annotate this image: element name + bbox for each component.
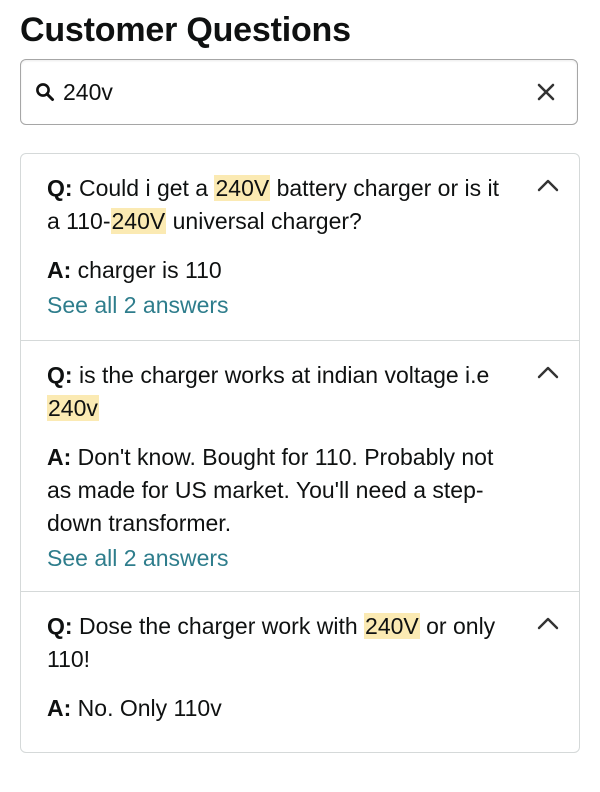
search-highlight: 240V — [110, 208, 167, 234]
search-highlight: 240v — [47, 395, 99, 421]
search-icon — [35, 82, 55, 102]
question-card: Q: Dose the charger work with 240V or on… — [21, 592, 579, 792]
answer-text: A: charger is 110 — [47, 257, 222, 283]
search-input[interactable]: 240v — [63, 78, 535, 106]
answer-text: A: No. Only 110v — [47, 695, 222, 721]
question-text: Q: Could i get a 240V battery charger or… — [47, 175, 500, 234]
chevron-up-icon[interactable] — [537, 365, 559, 379]
chevron-up-icon[interactable] — [537, 178, 559, 192]
search-highlight: 240V — [364, 613, 420, 639]
search-box[interactable]: 240v — [20, 59, 578, 125]
question-card: Q: is the charger works at indian voltag… — [21, 341, 579, 592]
search-highlight: 240V — [214, 175, 271, 201]
see-all-answers-link[interactable]: See all 2 answers — [47, 288, 229, 322]
customer-questions-page: Customer Questions 240v Q: Could i get a… — [0, 0, 600, 753]
answer-text: A: Don't know. Bought for 110. Probably … — [47, 444, 494, 536]
see-all-answers-link[interactable]: See all 2 answers — [47, 541, 229, 575]
question-text: Q: is the charger works at indian voltag… — [47, 362, 490, 421]
page-title: Customer Questions — [20, 11, 351, 49]
question-card: Q: Could i get a 240V battery charger or… — [21, 154, 579, 341]
question-text: Q: Dose the charger work with 240V or on… — [47, 613, 496, 672]
chevron-up-icon[interactable] — [537, 616, 559, 630]
questions-list: Q: Could i get a 240V battery charger or… — [20, 153, 580, 753]
close-icon — [537, 83, 555, 101]
clear-search-button[interactable] — [535, 81, 557, 103]
